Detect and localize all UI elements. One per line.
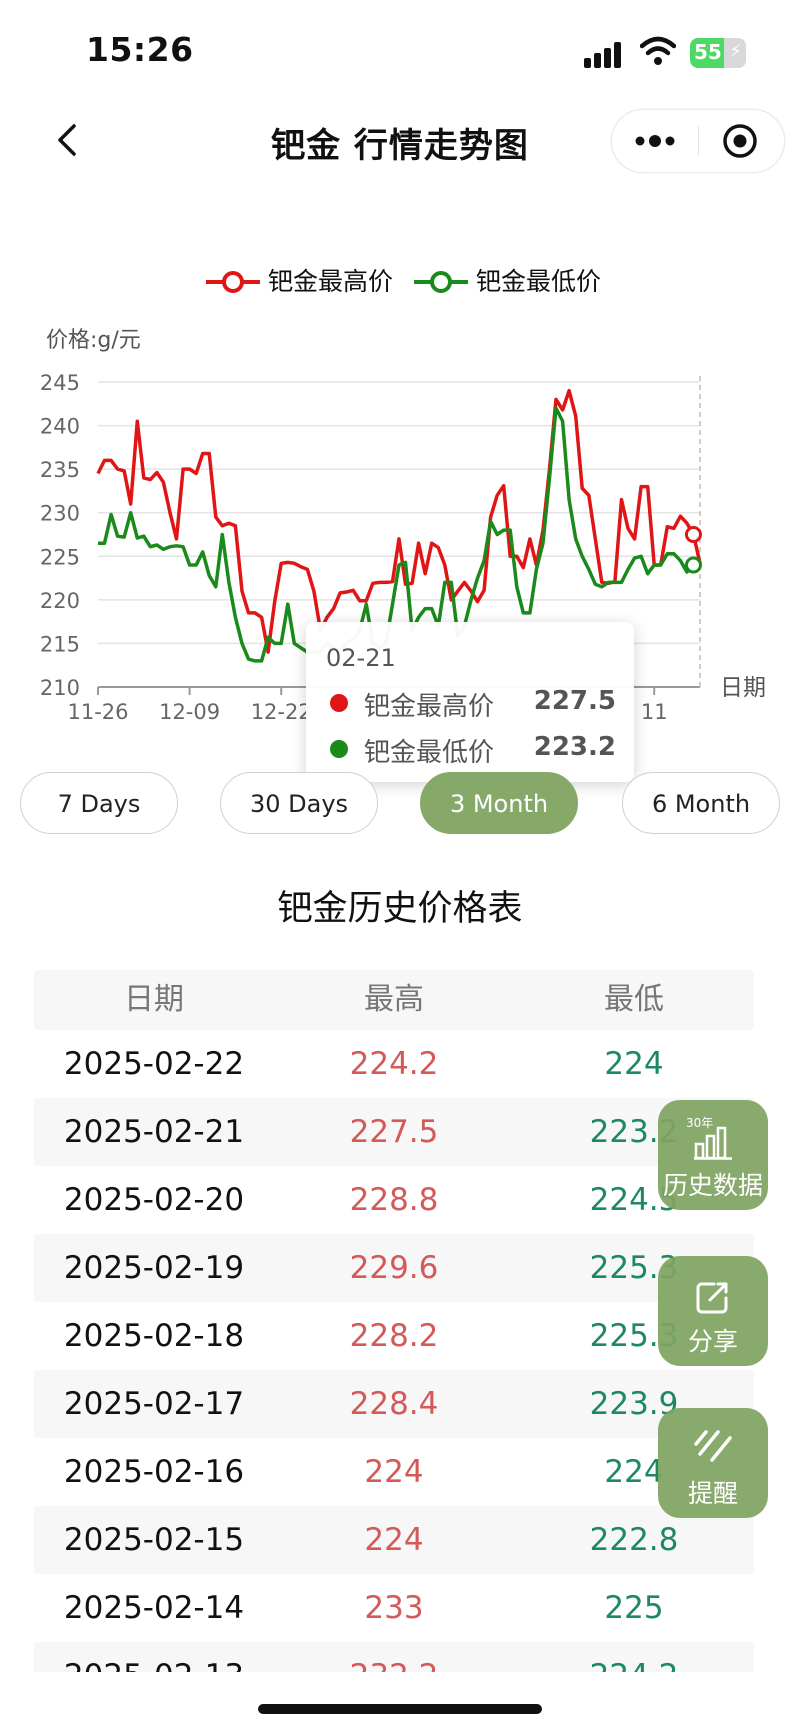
row-high: 227.5 bbox=[349, 1114, 439, 1150]
row-high: 228.8 bbox=[349, 1182, 439, 1218]
tooltip-date: 02-21 bbox=[326, 644, 396, 672]
table-row: 2025-02-14 233 225 bbox=[34, 1574, 754, 1642]
tooltip-high-name: 钯金最高价 bbox=[364, 692, 495, 722]
y-tick-label: 220 bbox=[40, 589, 80, 613]
row-date: 2025-02-13 bbox=[34, 1642, 274, 1672]
tooltip-low-value: 223.2 bbox=[533, 732, 616, 762]
table-row: 2025-02-21 227.5 223.2 bbox=[34, 1098, 754, 1166]
remind-label: 提醒 bbox=[687, 1479, 738, 1508]
table-row: 2025-02-20 228.8 224.5 bbox=[34, 1166, 754, 1234]
share-label: 分享 bbox=[687, 1327, 738, 1356]
y-tick-label: 225 bbox=[40, 545, 80, 569]
row-date: 2025-02-14 bbox=[63, 1590, 245, 1626]
row-date: 2025-02-18 bbox=[63, 1318, 245, 1354]
y-tick-label: 245 bbox=[40, 371, 80, 395]
x-tick-label: 11 bbox=[641, 700, 668, 724]
tooltip-low-name: 钯金最低价 bbox=[364, 738, 495, 768]
table-header: 日期 最高 最低 bbox=[34, 970, 754, 1030]
range-3-month-button[interactable]: 3 Month bbox=[420, 772, 578, 834]
row-high: 228.2 bbox=[349, 1318, 439, 1354]
remind-button[interactable]: 提醒 bbox=[658, 1408, 768, 1518]
row-date: 2025-02-16 bbox=[63, 1454, 245, 1490]
close-miniprogram-icon[interactable] bbox=[722, 123, 758, 159]
share-icon bbox=[696, 1282, 728, 1314]
header-low: 最低 bbox=[604, 982, 664, 1017]
low-price-point bbox=[684, 556, 702, 574]
header-date: 日期 bbox=[124, 982, 184, 1017]
row-date: 2025-02-22 bbox=[63, 1046, 245, 1082]
battery-level: 55 bbox=[694, 40, 722, 64]
history-data-button[interactable]: 30年 历史数据 bbox=[658, 1100, 768, 1210]
row-low: 224 bbox=[604, 1046, 664, 1082]
mini-program-capsule bbox=[612, 110, 784, 172]
table-row: 2025-02-19 229.6 225.3 bbox=[34, 1234, 754, 1302]
y-tick-label: 210 bbox=[40, 676, 80, 700]
row-high: 224 bbox=[364, 1522, 424, 1558]
row-date: 2025-02-15 bbox=[63, 1522, 245, 1558]
alert-bell-icon bbox=[694, 1430, 732, 1462]
bar-chart-icon bbox=[694, 1126, 732, 1160]
charging-bolt-icon: ⚡ bbox=[729, 41, 742, 62]
y-tick-label: 230 bbox=[40, 502, 80, 526]
more-options-icon[interactable] bbox=[630, 126, 680, 156]
price-history-table: 日期 最高 最低 2025-02-22 224.2 224 2025-02-21 227… bbox=[34, 970, 754, 1672]
table-row: 2025-02-16 224 224 bbox=[34, 1438, 754, 1506]
y-tick-label: 235 bbox=[40, 458, 80, 482]
header-high: 最高 bbox=[364, 982, 424, 1017]
row-high: 232.2 bbox=[274, 1642, 514, 1672]
cellular-signal-icon bbox=[584, 42, 621, 68]
wifi-icon bbox=[640, 36, 676, 65]
x-tick-label: 12-09 bbox=[159, 700, 220, 724]
row-high: 224.2 bbox=[349, 1046, 439, 1082]
y-tick-label: 240 bbox=[40, 415, 80, 439]
y-tick-label: 215 bbox=[40, 632, 80, 656]
row-low: 224.2 bbox=[514, 1642, 754, 1672]
row-high: 229.6 bbox=[349, 1250, 439, 1286]
row-high: 233 bbox=[364, 1590, 424, 1626]
range-6-month-button[interactable]: 6 Month bbox=[622, 772, 780, 834]
row-high: 224 bbox=[364, 1454, 424, 1490]
range-selector: 7 Days 30 Days 3 Month 6 Month bbox=[0, 772, 800, 836]
tooltip-high-row: 钯金最高价 227.5 bbox=[326, 684, 616, 724]
x-tick-label: 12-22 bbox=[251, 700, 312, 724]
table-row: 2025-02-17 228.4 223.9 bbox=[34, 1370, 754, 1438]
high-price-point bbox=[684, 526, 702, 543]
table-row: 2025-02-15 224 222.8 bbox=[34, 1506, 754, 1574]
chart-tooltip: 02-21 钯金最高价 227.5 钯金最低价 223.2 bbox=[306, 622, 634, 782]
table-row: 2025-02-13232.2224.2 bbox=[34, 1642, 754, 1672]
range-30-days-button[interactable]: 30 Days bbox=[220, 772, 378, 834]
nav-bar: 钯金 行情走势图 bbox=[0, 100, 800, 180]
x-tick-label: 11-26 bbox=[67, 700, 128, 724]
table-title: 钯金历史价格表 bbox=[277, 889, 523, 929]
row-high: 228.4 bbox=[349, 1386, 439, 1422]
tooltip-low-dot bbox=[330, 740, 348, 758]
row-date: 2025-02-21 bbox=[63, 1114, 245, 1150]
row-low: 225 bbox=[604, 1590, 664, 1626]
battery-icon: 55 ⚡ bbox=[690, 38, 746, 68]
row-date: 2025-02-20 bbox=[63, 1182, 245, 1218]
high-price-line bbox=[96, 388, 702, 654]
row-date: 2025-02-19 bbox=[63, 1250, 245, 1286]
range-7-days-button[interactable]: 7 Days bbox=[20, 772, 178, 834]
table-row: 2025-02-18 228.2 225.3 bbox=[34, 1302, 754, 1370]
home-indicator bbox=[258, 1704, 542, 1714]
table-row: 2025-02-22 224.2 224 bbox=[34, 1030, 754, 1098]
status-bar: 15:26 55 ⚡ bbox=[0, 0, 800, 100]
status-time: 15:26 bbox=[86, 30, 194, 69]
tooltip-high-value: 227.5 bbox=[533, 686, 616, 716]
row-date: 2025-02-17 bbox=[63, 1386, 245, 1422]
tooltip-low-row: 钯金最低价 223.2 bbox=[326, 730, 616, 770]
history-data-label: 历史数据 bbox=[662, 1171, 763, 1200]
share-button[interactable]: 分享 bbox=[658, 1256, 768, 1366]
tooltip-high-dot bbox=[330, 694, 348, 712]
